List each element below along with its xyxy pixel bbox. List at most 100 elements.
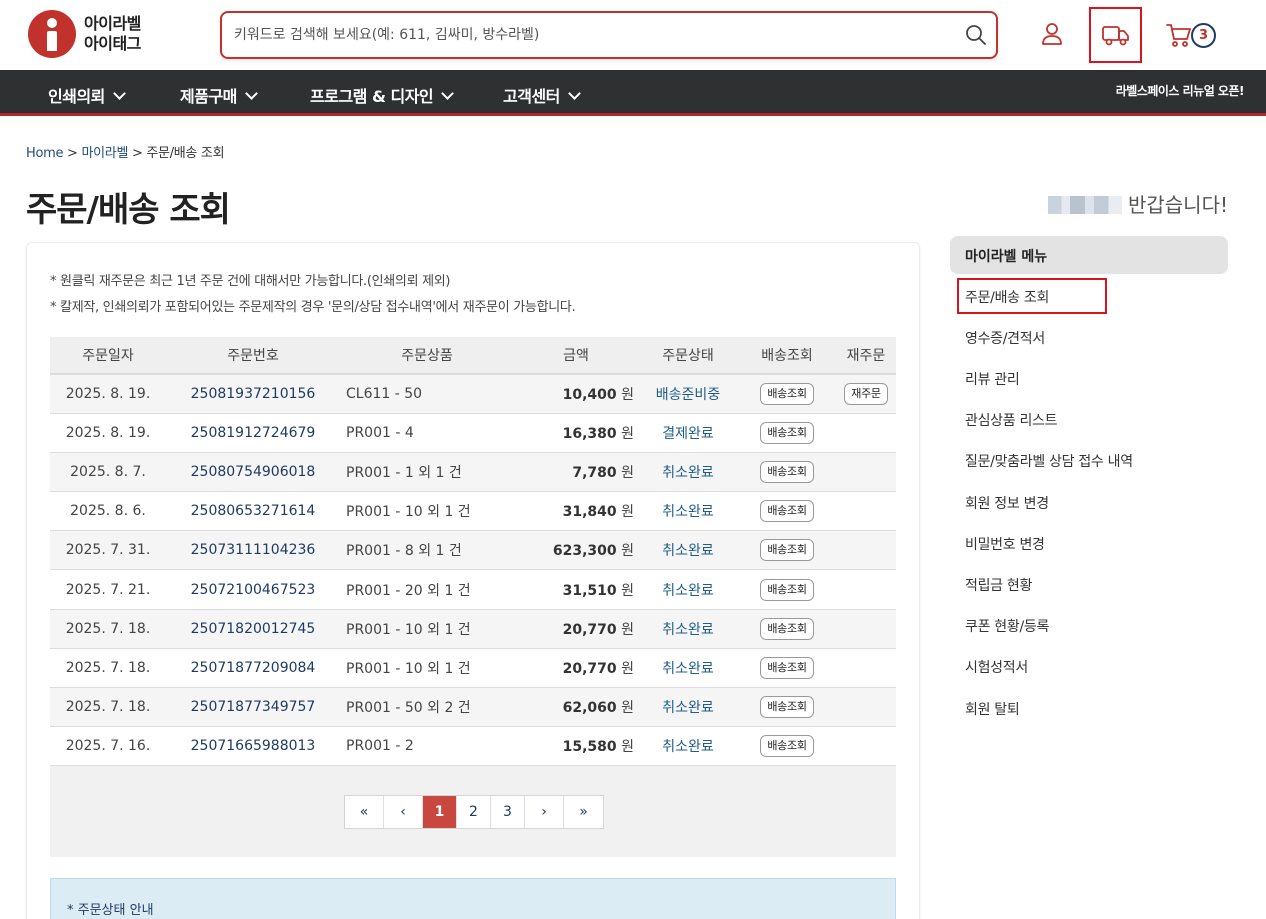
amount-unit: 원 xyxy=(616,700,634,717)
order-date: 2025. 7. 18. xyxy=(50,687,166,728)
sidebar-item-inquiries[interactable]: 질문/맞춤라벨 상담 접수 내역 xyxy=(965,451,1133,471)
order-product: CL611 - 50 xyxy=(340,374,514,414)
sidebar-item-orders[interactable]: 주문/배송 조회 xyxy=(965,287,1049,307)
shipping-cell: 배송조회 xyxy=(738,374,836,414)
breadcrumb-sep: > xyxy=(63,146,82,161)
chevron-down-icon xyxy=(568,87,581,100)
table-row: 2025. 8. 19. 25081912724679 PR001 - 4 16,38… xyxy=(50,413,896,453)
sidebar-item-points[interactable]: 적립금 현황 xyxy=(965,575,1032,595)
amount-value: 7,780 xyxy=(572,464,617,481)
order-date: 2025. 7. 18. xyxy=(50,609,166,649)
user-icon[interactable] xyxy=(1037,20,1067,50)
order-table: 주문일자 주문번호 주문상품 금액 주문상태 배송조회 재주문 2025. 8.… xyxy=(50,337,896,767)
track-shipping-button[interactable]: 배송조회 xyxy=(760,460,814,483)
order-date: 2025. 7. 16. xyxy=(50,726,166,767)
sidebar-item-wishlist[interactable]: 관심상품 리스트 xyxy=(965,410,1058,430)
nav-notice[interactable]: 라벨스페이스 리뉴얼 오픈! xyxy=(1116,82,1245,99)
amount-value: 31,510 xyxy=(562,582,617,599)
table-row: 2025. 8. 19. 25081937210156 CL611 - 50 10,4… xyxy=(50,374,896,414)
order-number-link[interactable]: 25081912724679 xyxy=(166,413,340,453)
cart-icon[interactable] xyxy=(1164,20,1194,50)
track-shipping-button[interactable]: 배송조회 xyxy=(760,656,814,679)
sidebar-item-certificates[interactable]: 시험성적서 xyxy=(965,657,1028,677)
order-number-link[interactable]: 25071877349757 xyxy=(166,687,340,728)
order-number-link[interactable]: 25071665988013 xyxy=(166,726,340,767)
nav-item-print[interactable]: 인쇄의뢰 xyxy=(48,83,126,107)
site-header: 아이라벨 아이태그 3 xyxy=(0,0,1266,70)
nav-item-products[interactable]: 제품구매 xyxy=(180,83,258,107)
sidebar-item-coupons[interactable]: 쿠폰 현황/등록 xyxy=(965,616,1049,636)
delivery-button[interactable] xyxy=(1089,7,1142,63)
order-number-link[interactable]: 25081937210156 xyxy=(166,374,340,414)
reorder-cell xyxy=(836,687,896,728)
order-product: PR001 - 50 외 2 건 xyxy=(340,687,514,728)
order-number-link[interactable]: 25071820012745 xyxy=(166,609,340,649)
order-number-link[interactable]: 25080754906018 xyxy=(166,452,340,493)
sidebar-item-profile[interactable]: 회원 정보 변경 xyxy=(965,493,1049,513)
order-date: 2025. 8. 6. xyxy=(50,491,166,532)
track-shipping-button[interactable]: 배송조회 xyxy=(760,421,814,444)
order-amount: 31,510 원 xyxy=(514,569,638,610)
order-number-link[interactable]: 25080653271614 xyxy=(166,491,340,532)
table-row: 2025. 7. 18. 25071877209084 PR001 - 10 외 1… xyxy=(50,648,896,689)
track-shipping-button[interactable]: 배송조회 xyxy=(760,617,814,640)
greeting: 반갑습니다! xyxy=(1047,189,1228,218)
order-number-link[interactable]: 25072100467523 xyxy=(166,569,340,610)
sidebar-item-reviews[interactable]: 리뷰 관리 xyxy=(965,369,1020,389)
breadcrumb-home[interactable]: Home xyxy=(26,146,64,161)
nav-item-program[interactable]: 프로그램 & 디자인 xyxy=(310,83,455,107)
track-shipping-button[interactable]: 배송조회 xyxy=(760,382,814,405)
col-header-number: 주문번호 xyxy=(166,337,340,375)
amount-value: 16,380 xyxy=(562,425,617,442)
table-row: 2025. 7. 16. 25071665988013 PR001 - 2 15,58… xyxy=(50,726,896,767)
page-last-button[interactable]: » xyxy=(564,796,603,828)
order-number-link[interactable]: 25073111104236 xyxy=(166,530,340,571)
page-3-button[interactable]: 3 xyxy=(491,796,525,828)
page-prev-button[interactable]: ‹ xyxy=(384,796,423,828)
amount-unit: 원 xyxy=(616,621,634,638)
chevron-down-icon xyxy=(113,87,126,100)
reorder-button[interactable]: 재주문 xyxy=(844,382,888,405)
notice-line: * 칼제작, 인쇄의뢰가 포함되어있는 주문제작의 경우 '문의/상담 접수내역… xyxy=(50,300,576,315)
track-shipping-button[interactable]: 배송조회 xyxy=(760,539,814,562)
table-row: 2025. 7. 21. 25072100467523 PR001 - 20 외 1… xyxy=(50,569,896,610)
amount-value: 623,300 xyxy=(552,543,617,560)
order-status: 취소완료 xyxy=(638,452,738,493)
order-status: 취소완료 xyxy=(638,491,738,532)
order-date: 2025. 8. 19. xyxy=(50,374,166,414)
amount-value: 31,840 xyxy=(562,504,617,521)
search-input[interactable] xyxy=(234,23,934,47)
page-2-button[interactable]: 2 xyxy=(457,796,491,828)
search-icon[interactable] xyxy=(964,23,988,47)
order-number-link[interactable]: 25071877209084 xyxy=(166,648,340,689)
amount-unit: 원 xyxy=(616,582,634,599)
order-product: PR001 - 1 외 1 건 xyxy=(340,452,514,493)
order-amount: 7,780 원 xyxy=(514,452,638,493)
track-shipping-button[interactable]: 배송조회 xyxy=(760,578,814,601)
logo-i-icon xyxy=(28,10,76,58)
order-status: 취소완료 xyxy=(638,687,738,728)
track-shipping-button[interactable]: 배송조회 xyxy=(760,735,814,758)
order-date: 2025. 7. 21. xyxy=(50,569,166,610)
amount-unit: 원 xyxy=(616,660,634,677)
track-shipping-button[interactable]: 배송조회 xyxy=(760,500,814,523)
col-header-date: 주문일자 xyxy=(50,337,166,375)
page-first-button[interactable]: « xyxy=(345,796,384,828)
track-shipping-button[interactable]: 배송조회 xyxy=(760,696,814,719)
nav-item-support[interactable]: 고객센터 xyxy=(503,83,581,107)
order-product: PR001 - 10 외 1 건 xyxy=(340,648,514,689)
amount-unit: 원 xyxy=(616,386,634,403)
sidebar-item-receipts[interactable]: 영수증/견적서 xyxy=(965,328,1045,348)
breadcrumb-current: 주문/배송 조회 xyxy=(146,146,225,161)
order-amount: 15,580 원 xyxy=(514,726,638,767)
logo-line-1: 아이라벨 xyxy=(84,14,141,33)
reorder-cell: 재주문 xyxy=(836,374,896,414)
order-amount: 62,060 원 xyxy=(514,687,638,728)
page-next-button[interactable]: › xyxy=(525,796,564,828)
sidebar-item-withdraw[interactable]: 회원 탈퇴 xyxy=(965,699,1020,719)
page-1-button[interactable]: 1 xyxy=(423,796,457,828)
site-logo[interactable]: 아이라벨 아이태그 xyxy=(28,10,158,60)
breadcrumb-mylabel[interactable]: 마이라벨 xyxy=(81,146,128,161)
order-product: PR001 - 8 외 1 건 xyxy=(340,530,514,571)
sidebar-item-password[interactable]: 비밀번호 변경 xyxy=(965,534,1045,554)
